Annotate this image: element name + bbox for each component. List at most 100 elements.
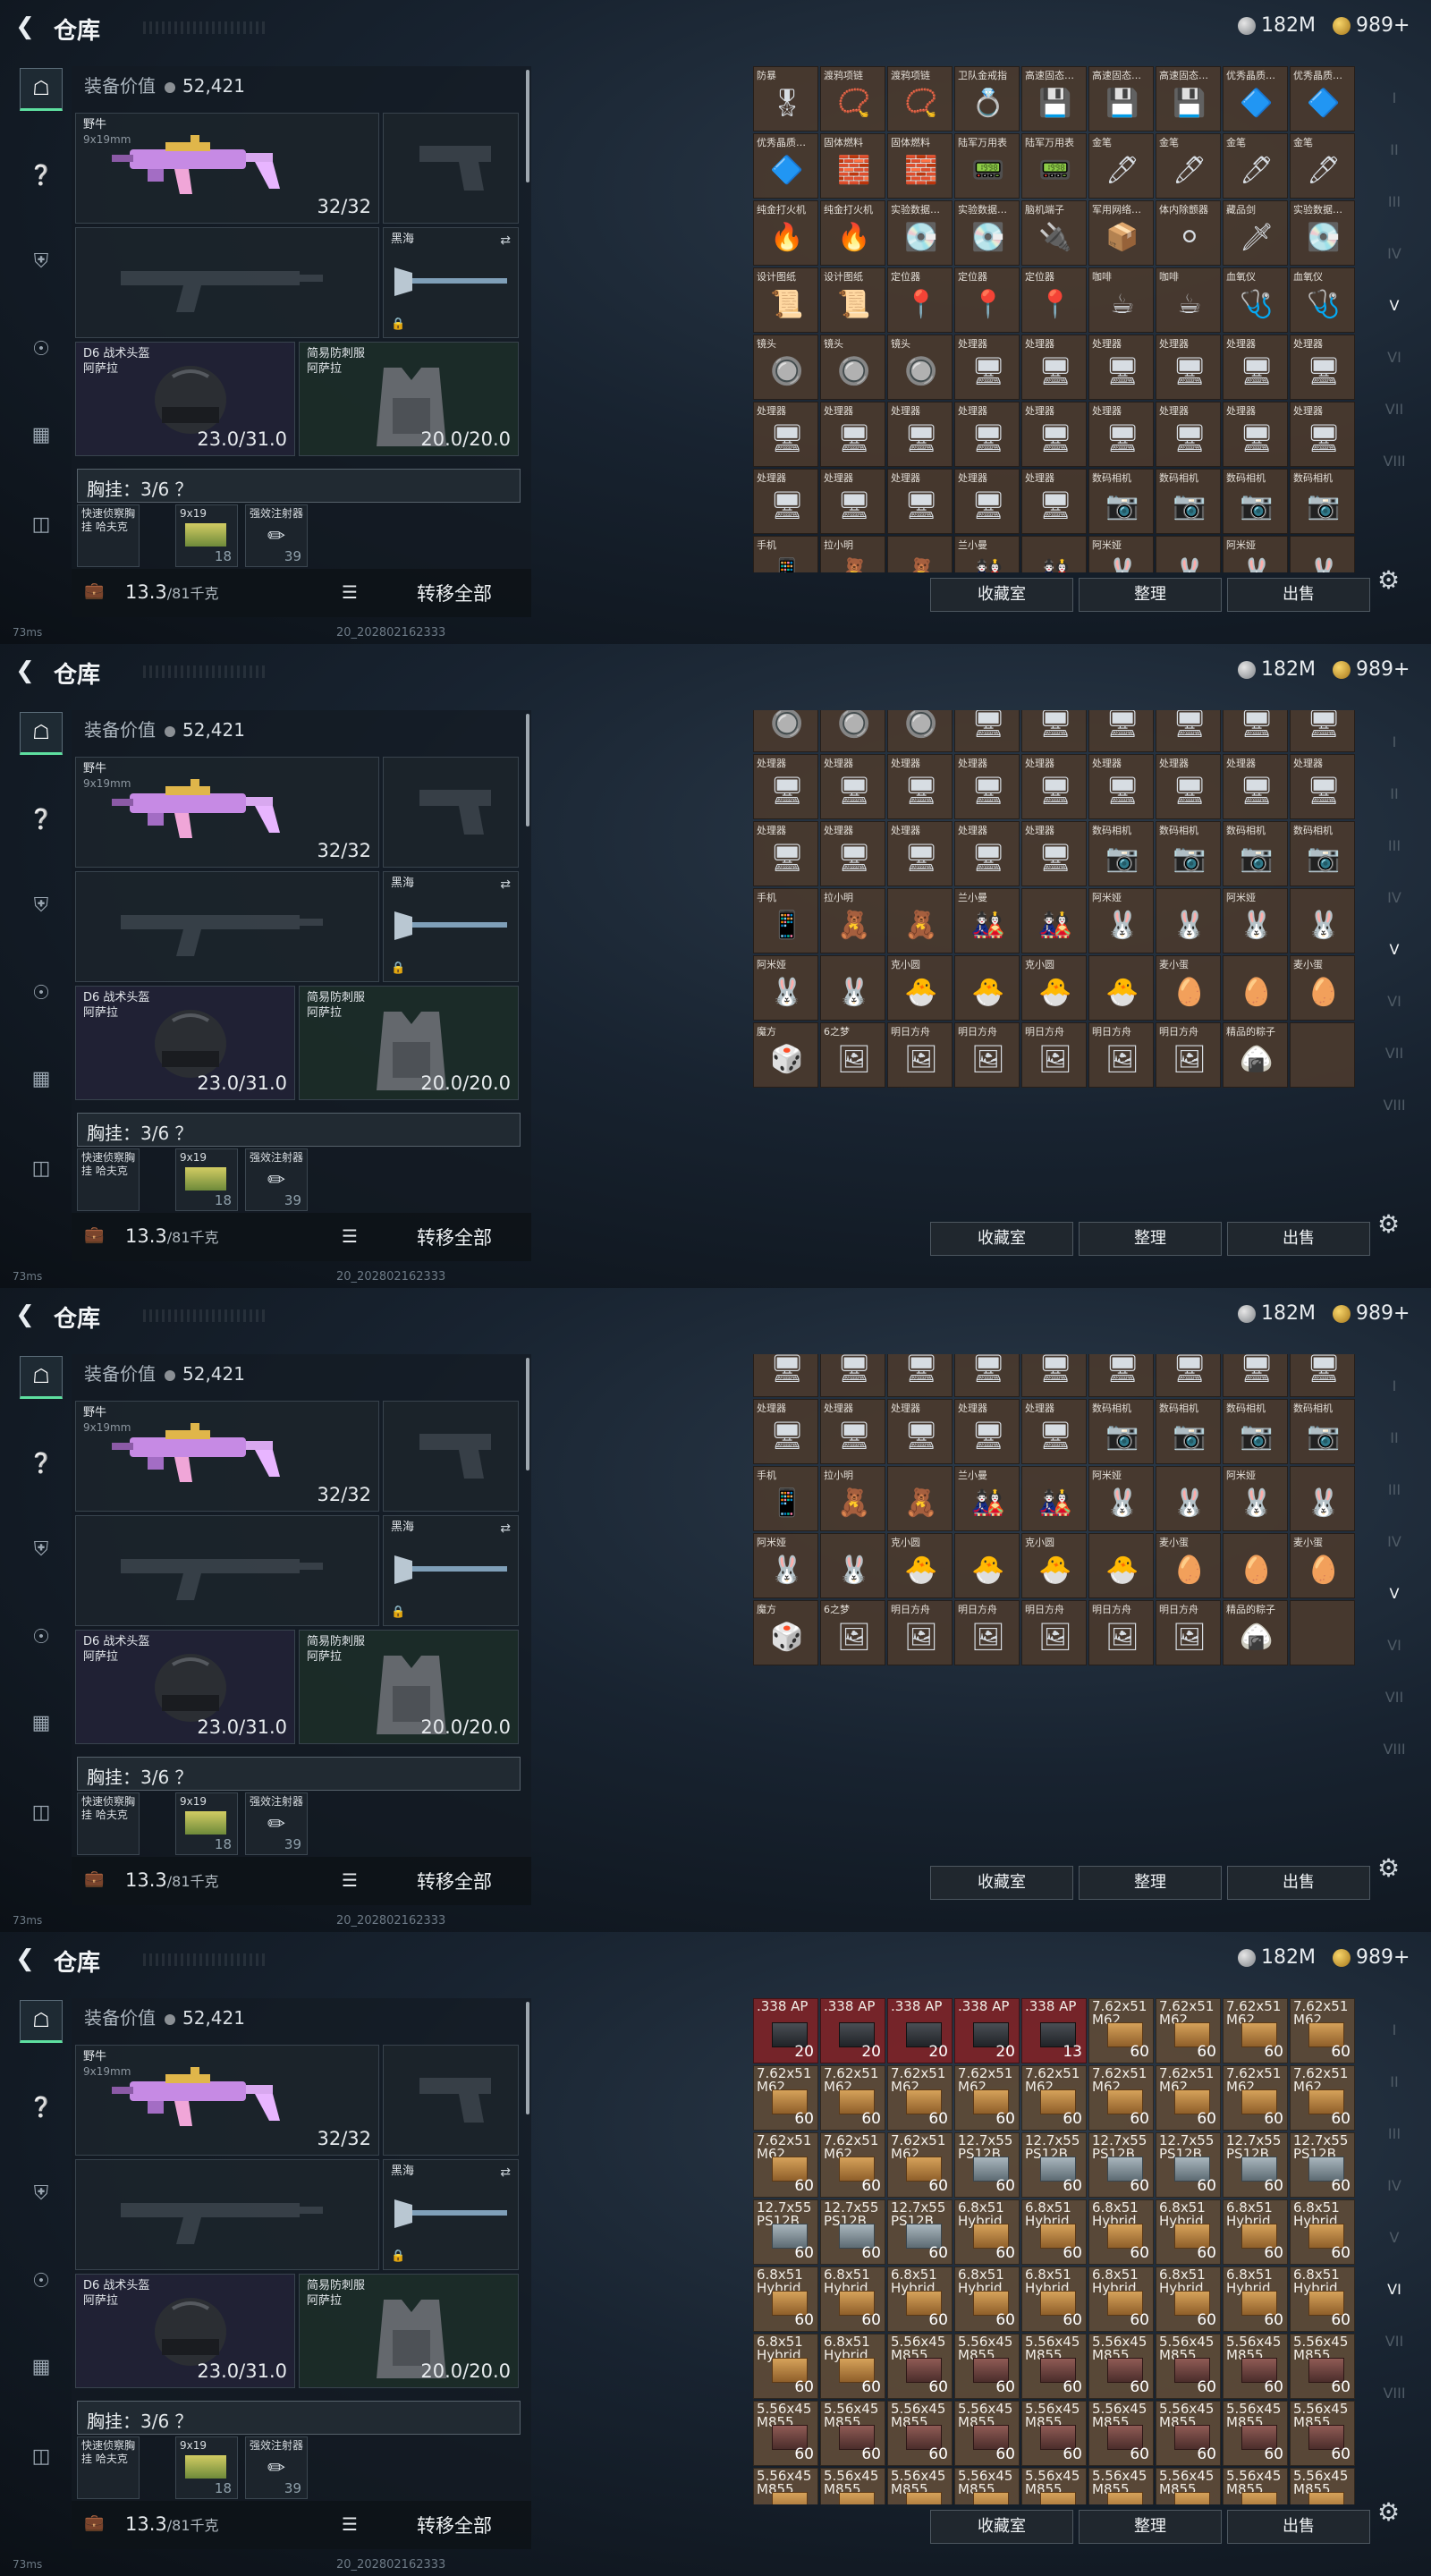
inventory-cell[interactable]: 处理器🖥 — [1088, 710, 1154, 752]
inventory-cell[interactable]: 优秀晶质… 🔷 — [1290, 66, 1355, 131]
loadout-scrollbar[interactable] — [526, 2002, 529, 2114]
inventory-cell[interactable]: 阿米娅 🐰 — [1223, 888, 1288, 953]
list-icon[interactable]: ☰ — [342, 2513, 358, 2535]
secondary-pistol-slot[interactable] — [383, 2045, 519, 2156]
rig-tab-icon[interactable]: ❔ — [20, 1442, 63, 1485]
armor-tab-icon[interactable]: ⛨ — [20, 1528, 63, 1571]
list-icon[interactable]: ☰ — [342, 1225, 358, 1247]
chest-rig-slot[interactable]: 快速侦察胸挂 哈夫克 — [77, 504, 140, 567]
container-tab-icon[interactable]: ▦ — [20, 2345, 63, 2388]
inventory-cell[interactable]: 明日方舟 🖼 — [954, 1022, 1020, 1088]
inventory-cell[interactable]: 🧸 — [887, 1466, 953, 1531]
inventory-cell[interactable]: 处理器🖥 — [1021, 754, 1087, 819]
inventory-cell[interactable]: 处理器🖥 — [1088, 754, 1154, 819]
storage-page-tab[interactable]: II — [1374, 1420, 1415, 1456]
inventory-cell[interactable]: 处理器🖥 — [1223, 335, 1288, 400]
inventory-cell[interactable]: 处理器🖥 — [753, 1399, 818, 1464]
inventory-cell[interactable]: 5.56x45 M855 60 — [1223, 2334, 1288, 2399]
inventory-cell[interactable]: 12.7x55 PS12B 60 — [1156, 2132, 1221, 2198]
inventory-cell[interactable]: 5.56x45 M855 60 — [753, 2401, 818, 2466]
storage-page-tab[interactable]: III — [1374, 184, 1415, 220]
inventory-cell[interactable]: 处理器🖥 — [887, 402, 953, 467]
inventory-cell[interactable]: 5.56x45 M855 60 — [1088, 2401, 1154, 2466]
storage-page-tab[interactable]: IV — [1374, 2168, 1415, 2204]
storage-page-tab[interactable]: V — [1374, 288, 1415, 324]
primary-weapon-slot[interactable]: 野牛 9x19mm 32/32 — [75, 113, 379, 224]
inventory-cell[interactable]: .338 AP 20 — [954, 1998, 1020, 2063]
inventory-cell[interactable]: 6.8x51 Hybrid 60 — [1290, 2199, 1355, 2265]
inventory-cell[interactable]: 处理器🖥 — [820, 754, 885, 819]
inventory-cell[interactable]: 处理器🖥 — [887, 469, 953, 534]
helmet-slot[interactable]: D6 战术头盔 阿萨拉 23.0/31.0 — [75, 986, 295, 1100]
chest-rig-slot[interactable]: 快速侦察胸挂 哈夫克 — [77, 2436, 140, 2499]
inventory-cell[interactable]: 🥚 — [1223, 1533, 1288, 1598]
inventory-cell[interactable]: 处理器🖥 — [954, 1399, 1020, 1464]
back-arrow-icon[interactable]: ❮ — [13, 14, 38, 39]
transfer-all-button[interactable]: 转移全部 — [417, 1868, 492, 1894]
inventory-cell[interactable]: 处理器🖥 — [820, 821, 885, 886]
inventory-cell[interactable]: 处理器🖥 — [1156, 710, 1221, 752]
inventory-cell[interactable]: 处理器🖥 — [1088, 402, 1154, 467]
inventory-cell[interactable]: 7.62x51 M62 60 — [887, 2132, 953, 2198]
container-tab-icon[interactable]: ▦ — [20, 1057, 63, 1100]
helmet-slot[interactable]: D6 战术头盔 阿萨拉 23.0/31.0 — [75, 1630, 295, 1744]
inventory-cell[interactable]: 5.56x45 M855 60 — [887, 2334, 953, 2399]
storage-page-tab[interactable]: VIII — [1374, 2376, 1415, 2411]
inventory-cell[interactable]: 麦小蛋 🥚 — [1156, 955, 1221, 1021]
inventory-cell[interactable]: 金笔 🖊 — [1088, 133, 1154, 199]
inventory-cell[interactable]: 6.8x51 Hybrid 60 — [1156, 2199, 1221, 2265]
inventory-cell[interactable]: 渡鸦项链 📿 — [820, 66, 885, 131]
loadout-scrollbar[interactable] — [526, 70, 529, 182]
inventory-cell[interactable]: 手机 📱 — [753, 536, 818, 572]
inventory-cell[interactable]: 卫队金戒指 💍 — [954, 66, 1020, 131]
inventory-cell[interactable]: 麦小蛋 🥚 — [1156, 1533, 1221, 1598]
inventory-cell[interactable]: 处理器🖥 — [954, 402, 1020, 467]
inventory-cell[interactable]: 明日方舟 🖼 — [887, 1600, 953, 1665]
storage-page-tab[interactable]: V — [1374, 932, 1415, 968]
swap-icon[interactable]: ⇄ — [500, 2165, 511, 2180]
inventory-cell[interactable]: 12.7x55 PS12B 60 — [887, 2199, 953, 2265]
storage-page-tab[interactable]: III — [1374, 828, 1415, 864]
inventory-cell[interactable]: 处理器🖥 — [1290, 402, 1355, 467]
inventory-cell[interactable]: 5.56x45 M855 — [954, 2468, 1020, 2504]
chest-rig-slot[interactable]: 快速侦察胸挂 哈夫克 — [77, 1148, 140, 1211]
inventory-cell[interactable]: 处理器🖥 — [1021, 1354, 1087, 1397]
chest-rig-slot[interactable]: 快速侦察胸挂 哈夫克 — [77, 1792, 140, 1855]
storage-page-tab[interactable]: VII — [1374, 1680, 1415, 1716]
weapon-tab-icon[interactable]: ☖ — [20, 712, 63, 755]
inventory-cell[interactable]: .338 AP 20 — [820, 1998, 885, 2063]
collection-room-button[interactable]: 收藏室 — [930, 1222, 1073, 1256]
storage-page-tab[interactable]: I — [1374, 1368, 1415, 1404]
inventory-cell[interactable]: .338 AP 13 — [1021, 1998, 1087, 2063]
inventory-cell[interactable]: 处理器🖥 — [820, 469, 885, 534]
inventory-cell[interactable]: 镜头🔘 — [887, 710, 953, 752]
inventory-cell[interactable]: 5.56x45 M855 — [887, 2468, 953, 2504]
swap-icon[interactable]: ⇄ — [500, 233, 511, 248]
inventory-cell[interactable]: 12.7x55 PS12B 60 — [954, 2132, 1020, 2198]
loadout-scrollbar[interactable] — [526, 714, 529, 826]
transfer-all-button[interactable]: 转移全部 — [417, 580, 492, 606]
inventory-cell[interactable]: 🐣 — [954, 955, 1020, 1021]
storage-page-tab[interactable]: IV — [1374, 1524, 1415, 1560]
gear-icon[interactable]: ⚙ — [1377, 1853, 1400, 1883]
inventory-cell[interactable]: 7.62x51 M62 60 — [1290, 1998, 1355, 2063]
storage-page-tab[interactable]: VI — [1374, 984, 1415, 1020]
inventory-cell[interactable]: 7.62x51 M62 60 — [1156, 1998, 1221, 2063]
inventory-cell[interactable]: 镜头🔘 — [753, 335, 818, 400]
storage-page-tab[interactable]: VII — [1374, 2324, 1415, 2360]
inventory-cell[interactable]: 定位器 📍 — [887, 267, 953, 333]
inventory-cell[interactable]: 魔方 🎲 — [753, 1600, 818, 1665]
rig-tab-icon[interactable]: ❔ — [20, 798, 63, 841]
inventory-cell[interactable]: 处理器🖥 — [753, 402, 818, 467]
inventory-cell[interactable]: 军用网络… 📦 — [1088, 200, 1154, 266]
inventory-cell[interactable]: 明日方舟 🖼 — [1021, 1600, 1087, 1665]
inventory-cell[interactable]: 6.8x51 Hybrid 60 — [820, 2267, 885, 2332]
inventory-cell[interactable]: 处理器🖥 — [887, 821, 953, 886]
storage-page-tab[interactable]: I — [1374, 80, 1415, 116]
inventory-cell[interactable]: 6.8x51 Hybrid 60 — [1088, 2267, 1154, 2332]
inventory-cell[interactable]: 明日方舟 🖼 — [1088, 1600, 1154, 1665]
inventory-cell[interactable]: 拉小明 🧸 — [820, 1466, 885, 1531]
inventory-cell[interactable]: 高速固态… 💾 — [1021, 66, 1087, 131]
inventory-cell[interactable]: 6.8x51 Hybrid 60 — [954, 2267, 1020, 2332]
inventory-cell[interactable]: 数码相机 📷 — [1156, 1399, 1221, 1464]
